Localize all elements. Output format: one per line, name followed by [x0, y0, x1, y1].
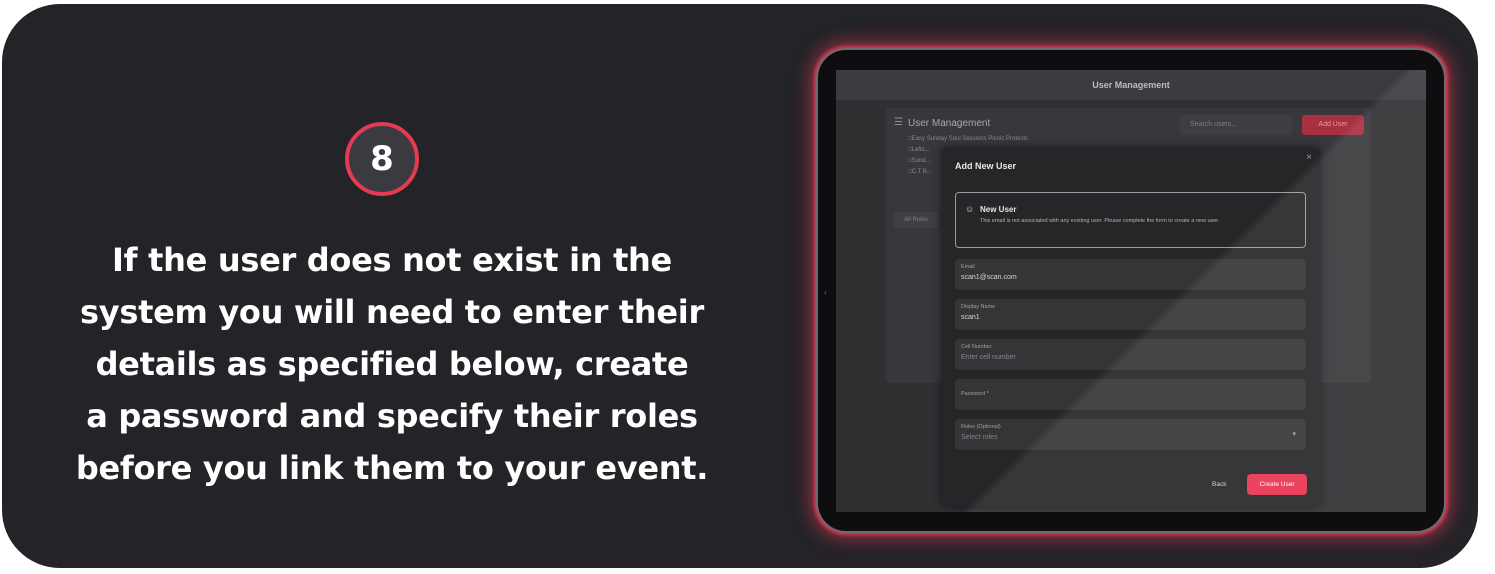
field-label: Email: [961, 264, 975, 270]
instruction-line: If the user does not exist in the: [112, 241, 672, 279]
roles-select[interactable]: Roles (Optional) Select roles ▾: [955, 419, 1306, 450]
new-user-notice: ☺ New User This email is not associated …: [955, 192, 1306, 248]
instruction-line: a password and specify their roles: [86, 397, 698, 435]
instruction-text: If the user does not exist in the system…: [42, 234, 742, 494]
instruction-line: system you will need to enter their: [80, 293, 704, 331]
step-number-badge: 8: [345, 122, 419, 196]
notice-text: This email is not associated with any ex…: [980, 218, 1220, 224]
app-header: User Management: [836, 70, 1426, 100]
tablet-frame: ‹ User Management ☰ User Management Easy…: [816, 48, 1446, 533]
instruction-line: before you link them to your event.: [75, 449, 709, 487]
field-placeholder: Select roles: [961, 434, 998, 441]
add-user-button[interactable]: Add User: [1302, 115, 1364, 135]
password-field[interactable]: Password *: [955, 379, 1306, 410]
field-label: Roles (Optional): [961, 424, 1001, 430]
notice-title: New User: [980, 205, 1017, 214]
panel-title: User Management: [908, 118, 991, 129]
field-label: Password *: [961, 391, 989, 397]
step-number: 8: [370, 139, 394, 179]
event-list-item[interactable]: Easy Sunday Soul Sessions Picnic Protest…: [908, 134, 1028, 145]
email-field[interactable]: Email scan1@scan.com: [955, 259, 1306, 290]
users-icon: ☰: [894, 117, 903, 128]
app-header-title: User Management: [1092, 80, 1170, 90]
modal-title: Add New User: [955, 161, 1017, 171]
field-value: scan1@scan.com: [961, 274, 1017, 281]
role-filter[interactable]: All Roles: [894, 212, 938, 228]
create-user-button[interactable]: Create User: [1247, 474, 1307, 495]
back-button[interactable]: Back: [1212, 481, 1226, 488]
field-placeholder: Enter cell number: [961, 354, 1016, 361]
instruction-line: details as specified below, create: [95, 345, 689, 383]
tablet-screen: User Management ☰ User Management Easy S…: [836, 70, 1426, 512]
field-label: Display Name: [961, 304, 996, 310]
search-input[interactable]: Search users...: [1180, 115, 1292, 135]
field-label: Cell Number: [961, 344, 992, 350]
field-value: scan1: [961, 314, 980, 321]
display-name-field[interactable]: Display Name scan1: [955, 299, 1306, 330]
side-handle-icon: ‹: [824, 288, 827, 297]
chevron-down-icon: ▾: [1292, 431, 1296, 438]
cell-number-field[interactable]: Cell Number Enter cell number: [955, 339, 1306, 370]
user-icon: ☺: [965, 204, 975, 214]
close-icon[interactable]: ×: [1306, 152, 1312, 163]
add-user-modal: Add New User × ☺ New User This email is …: [942, 148, 1320, 506]
